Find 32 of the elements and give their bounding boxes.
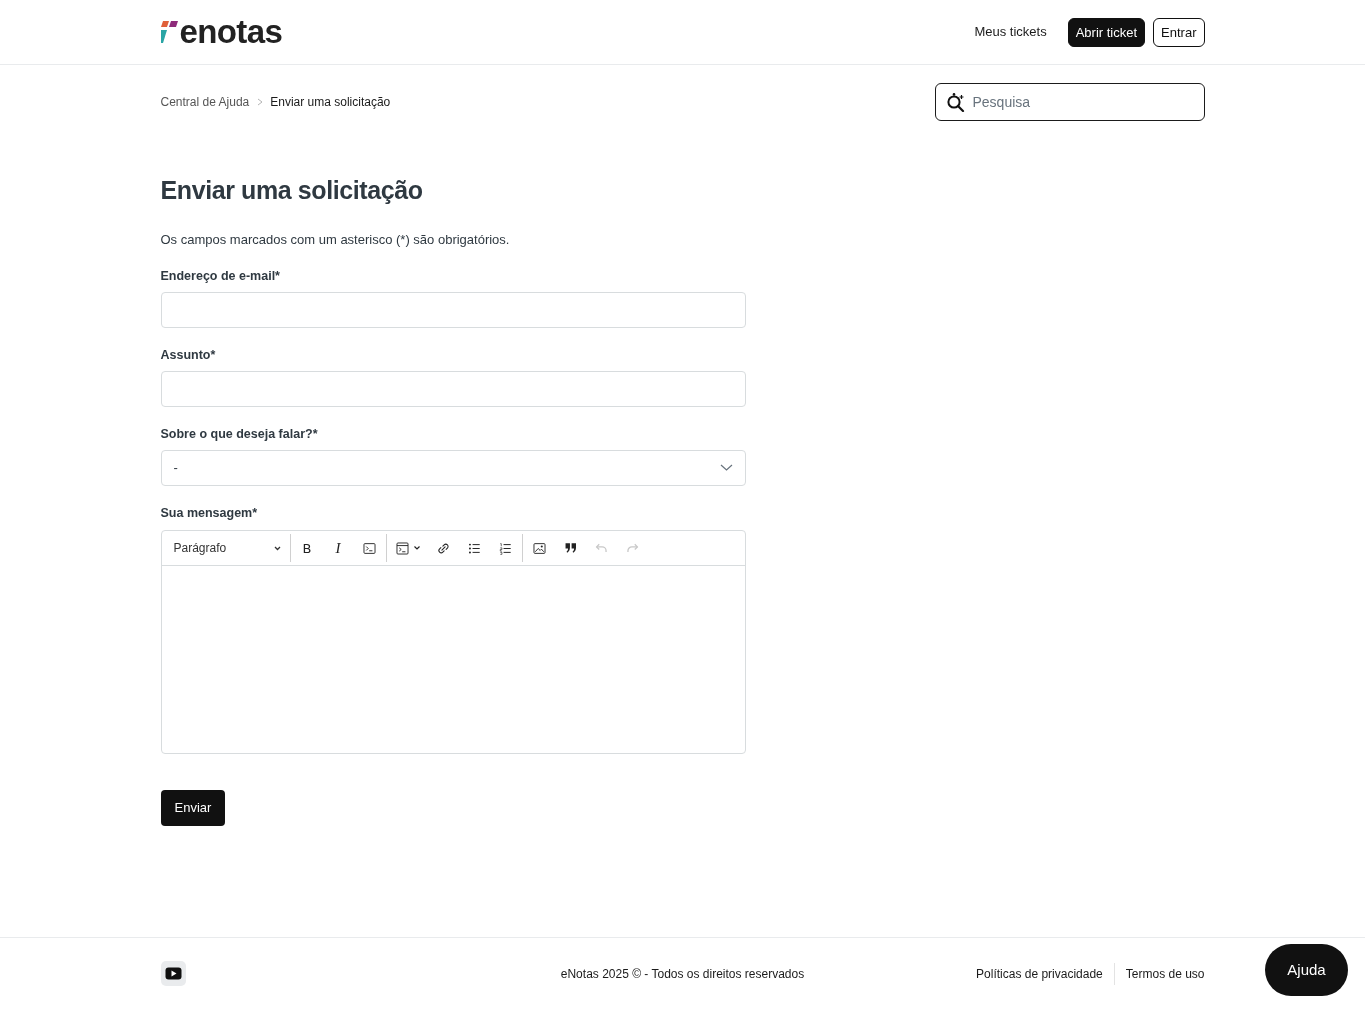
topic-dropdown[interactable]: -: [160, 450, 746, 486]
field-label: Assunto*: [160, 347, 217, 364]
field-label: Sobre o que deseja falar?*: [160, 426, 319, 443]
video-play-icon[interactable]: [160, 961, 186, 986]
copyright-text: eNotas 2025 © - Todos os direitos reservados: [560, 965, 805, 983]
chevron-right-icon: [257, 98, 264, 106]
search-field[interactable]: Pesquisa: [934, 83, 1205, 121]
nav-link[interactable]: Meus tickets: [974, 24, 1047, 40]
bold-button[interactable]: B: [291, 533, 323, 563]
search-icon: [945, 92, 965, 112]
breadcrumb-link[interactable]: Central de Ajuda: [160, 94, 250, 110]
page-title: Enviar uma solicitação: [160, 175, 424, 206]
chevron-down-icon: [273, 545, 281, 551]
sign-in-button[interactable]: Entrar: [1153, 17, 1205, 47]
chevron-down-icon: [413, 546, 420, 550]
chevron-down-icon: [719, 464, 733, 472]
breadcrumb-current: Enviar uma solicitação: [270, 94, 391, 110]
message-editor[interactable]: Parágrafo B I: [160, 530, 746, 754]
open-ticket-button[interactable]: Abrir ticket: [1067, 17, 1146, 47]
italic-button[interactable]: I: [322, 533, 354, 563]
help-button[interactable]: Ajuda: [1265, 944, 1348, 996]
footer-link[interactable]: Termos de uso: [1125, 964, 1205, 983]
block-style-dropdown[interactable]: Parágrafo: [162, 533, 289, 563]
logo-text[interactable]: enotas: [179, 14, 283, 50]
field-label: Sua mensagem*: [160, 505, 259, 522]
submit-button[interactable]: Enviar: [160, 790, 226, 826]
field-label: Endereço de e-mail*: [160, 268, 281, 285]
logo-mark-icon[interactable]: [160, 20, 178, 44]
email-field[interactable]: [160, 292, 746, 328]
subject-field[interactable]: [160, 371, 746, 407]
required-note: Os campos marcados com um asterisco (*) são obrigatórios.: [160, 231, 511, 249]
footer-link[interactable]: Políticas de privacidade: [976, 964, 1103, 983]
